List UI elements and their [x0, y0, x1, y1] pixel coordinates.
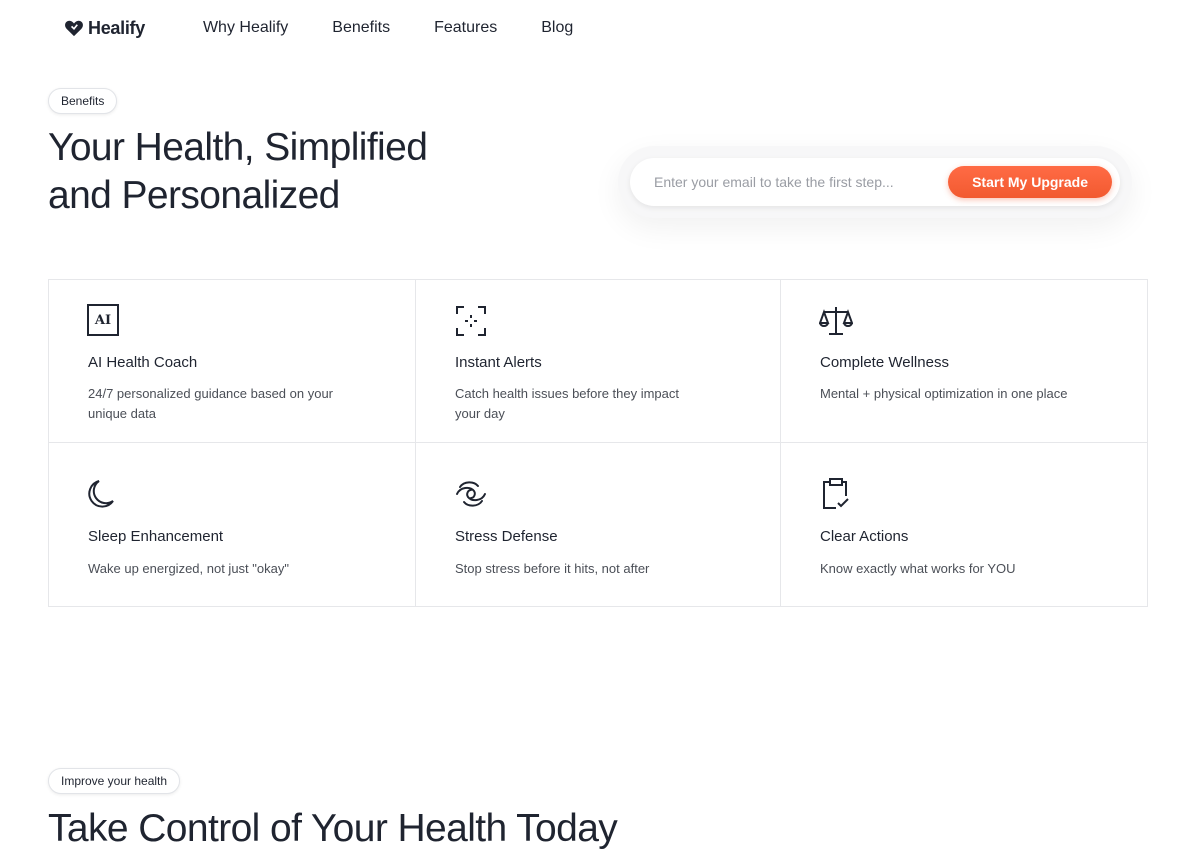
- feature-title: Complete Wellness: [820, 354, 949, 371]
- email-input[interactable]: [654, 174, 944, 190]
- swirl-icon: [456, 481, 486, 507]
- improve-health-pill: Improve your health: [48, 768, 181, 794]
- section2-title: Take Control of Your Health Today: [48, 807, 618, 850]
- feature-desc: Know exactly what works for YOU: [820, 561, 1016, 576]
- features-grid: AI AI Health Coach 24/7 personalized gui…: [48, 279, 1148, 607]
- brand-name: Healify: [88, 17, 145, 38]
- heart-logo-icon: [65, 20, 83, 37]
- hero-title: Your Health, Simplified and Personalized: [48, 124, 428, 220]
- nav-link-benefits[interactable]: Benefits: [332, 19, 390, 37]
- scale-balance-icon: [819, 307, 853, 335]
- feature-desc: Catch health issues before they impact y…: [455, 386, 680, 421]
- brand-logo[interactable]: Healify: [64, 18, 145, 39]
- feature-title: Sleep Enhancement: [88, 528, 224, 545]
- feature-title: Stress Defense: [455, 528, 558, 545]
- hero-title-line2: and Personalized: [48, 174, 340, 217]
- feature-desc: Mental + physical optimization in one pl…: [820, 386, 1068, 401]
- feature-desc: 24/7 personalized guidance based on your…: [88, 386, 334, 421]
- nav-link-blog[interactable]: Blog: [541, 19, 573, 37]
- feature-title: AI Health Coach: [88, 354, 198, 371]
- feature-card-complete-wellness: Complete Wellness Mental + physical opti…: [781, 280, 1147, 443]
- feature-title: Clear Actions: [820, 528, 909, 545]
- focus-alert-icon: [456, 306, 486, 336]
- email-signup: Start My Upgrade: [618, 146, 1132, 218]
- hero-title-line1: Your Health, Simplified: [48, 126, 428, 169]
- benefits-pill: Benefits: [48, 88, 118, 114]
- clipboard-check-icon: [823, 478, 849, 509]
- ai-icon: AI: [87, 304, 121, 338]
- feature-card-stress-defense: Stress Defense Stop stress before it hit…: [416, 443, 781, 606]
- feature-card-clear-actions: Clear Actions Know exactly what works fo…: [781, 443, 1147, 606]
- feature-title: Instant Alerts: [455, 354, 542, 371]
- email-signup-inner: Start My Upgrade: [630, 158, 1120, 206]
- nav-link-why-healify[interactable]: Why Healify: [203, 19, 288, 37]
- top-nav: Healify Why Healify Benefits Features Bl…: [64, 14, 617, 42]
- nav-link-features[interactable]: Features: [434, 19, 497, 37]
- moon-icon: [88, 480, 114, 508]
- feature-card-ai-health-coach: AI AI Health Coach 24/7 personalized gui…: [49, 280, 416, 443]
- feature-desc: Stop stress before it hits, not after: [455, 561, 650, 576]
- start-upgrade-button[interactable]: Start My Upgrade: [948, 166, 1112, 198]
- feature-card-instant-alerts: Instant Alerts Catch health issues befor…: [416, 280, 781, 443]
- feature-desc: Wake up energized, not just "okay": [88, 561, 289, 576]
- feature-card-sleep-enhancement: Sleep Enhancement Wake up energized, not…: [49, 443, 416, 606]
